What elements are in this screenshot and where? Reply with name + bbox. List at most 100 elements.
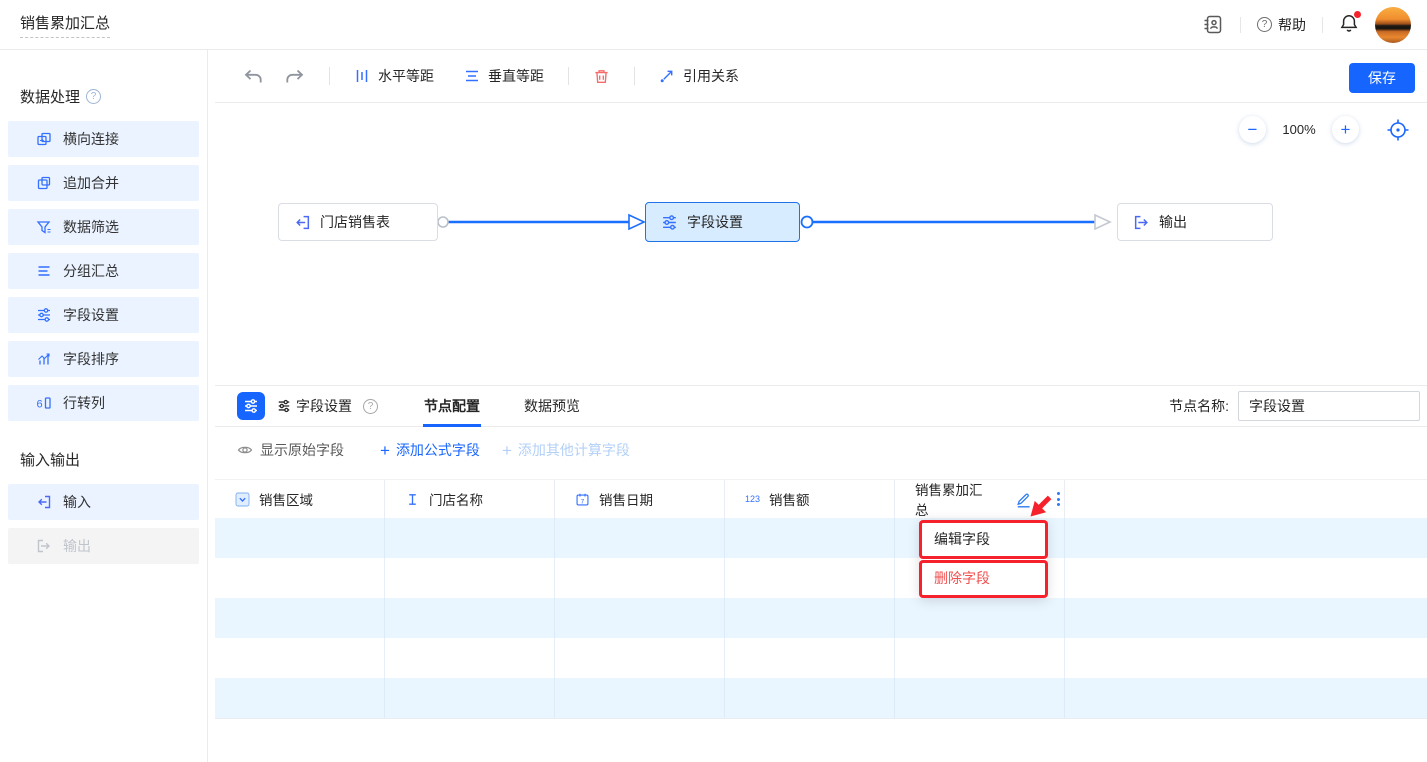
column-header-sales-cumulative: 销售累加汇总: [895, 480, 1065, 518]
output-icon: [36, 538, 52, 554]
main-area: 水平等距 垂直等距 引用关系 保存 −: [215, 50, 1427, 762]
sidebar-item-output[interactable]: 输出: [8, 528, 199, 564]
reference-arrow-icon: [659, 68, 675, 84]
eye-icon: [237, 442, 253, 458]
column-header-sales-region: 销售区域: [215, 480, 385, 518]
sort-chart-icon: [36, 351, 52, 367]
plus-icon: [502, 442, 512, 459]
sliders-icon: [661, 214, 678, 231]
question-circle-icon: [1257, 17, 1272, 32]
sidebar-item-horizontal-join[interactable]: 横向连接: [8, 121, 199, 157]
sliders-mini-icon: [277, 399, 291, 413]
trash-icon: [593, 68, 610, 85]
sidebar-section-data-processing: 数据处理: [20, 86, 207, 107]
field-controls-row: 显示原始字段 添加公式字段 添加其他计算字段: [215, 427, 1427, 473]
node-output[interactable]: 输出: [1117, 203, 1273, 241]
table-row: [215, 598, 1427, 638]
sidebar-item-field-sort[interactable]: 字段排序: [8, 341, 199, 377]
panel-title: 字段设置: [296, 396, 352, 416]
vertical-bars-icon: [354, 68, 370, 84]
sidebar-item-row-to-column[interactable]: 6 行转列: [8, 385, 199, 421]
vertical-distribute-button[interactable]: 垂直等距: [464, 66, 544, 86]
sidebar-section-io: 输入输出: [20, 449, 207, 470]
sidebar-item-data-filter[interactable]: 数据筛选: [8, 209, 199, 245]
config-panel: 字段设置 节点配置 数据预览 节点名称: 显示原始字段 添加公式字段: [215, 385, 1427, 762]
column-header-empty: [1065, 480, 1427, 518]
add-formula-field-button[interactable]: 添加公式字段: [380, 440, 480, 460]
text-field-icon: [405, 492, 420, 507]
node-field-setting[interactable]: 字段设置: [645, 202, 800, 242]
node-input-table[interactable]: 门店销售表: [278, 203, 438, 241]
flow-canvas[interactable]: − 100% + 门店销售表: [215, 103, 1427, 385]
input-icon: [36, 494, 52, 510]
divider: [568, 67, 569, 85]
delete-node-button[interactable]: [593, 68, 610, 85]
horizontal-bars-icon: [464, 68, 480, 84]
table-row: [215, 678, 1427, 718]
horizontal-distribute-button[interactable]: 水平等距: [354, 66, 434, 86]
preview-table: 销售区域 门店名称 7 销售日期 123: [215, 479, 1427, 719]
top-bar: 销售累加汇总 帮助: [0, 0, 1427, 50]
table-row: [215, 558, 1427, 598]
filter-icon: [36, 219, 52, 235]
help-button[interactable]: 帮助: [1257, 15, 1306, 35]
more-menu-icon[interactable]: [1053, 489, 1064, 509]
sidebar-item-field-setting[interactable]: 字段设置: [8, 297, 199, 333]
table-row: [215, 518, 1427, 558]
node-name-input[interactable]: [1238, 391, 1420, 421]
sidebar-item-group-summary[interactable]: 分组汇总: [8, 253, 199, 289]
date-field-icon: 7: [575, 492, 590, 507]
svg-text:6: 6: [37, 399, 43, 411]
notification-dot: [1354, 11, 1361, 18]
column-header-store-name: 门店名称: [385, 480, 555, 518]
pivot-icon: 6: [36, 395, 52, 411]
help-icon[interactable]: [86, 89, 101, 104]
join-icon: [36, 131, 52, 147]
divider: [1322, 17, 1323, 33]
field-context-menu: 编辑字段 删除字段: [920, 520, 1047, 598]
plus-icon: [380, 442, 390, 459]
list-icon: [36, 263, 52, 279]
node-name-label: 节点名称:: [1169, 396, 1229, 416]
svg-text:7: 7: [581, 498, 585, 505]
select-field-icon: [235, 492, 250, 507]
divider: [1240, 17, 1241, 33]
number-field-icon: 123: [745, 494, 760, 504]
help-icon[interactable]: [363, 399, 378, 414]
address-book-icon[interactable]: [1203, 14, 1224, 35]
sidebar-item-append-merge[interactable]: 追加合并: [8, 165, 199, 201]
sliders-icon: [36, 307, 52, 323]
redo-button[interactable]: [285, 68, 305, 85]
input-icon: [294, 214, 311, 231]
show-original-fields-toggle[interactable]: 显示原始字段: [237, 440, 344, 460]
tab-node-config[interactable]: 节点配置: [422, 386, 482, 427]
divider: [329, 67, 330, 85]
sidebar-item-input[interactable]: 输入: [8, 484, 199, 520]
user-avatar[interactable]: [1375, 7, 1411, 43]
sidebar: 数据处理 横向连接 追加合并 数据筛选 分组汇总 字段设置: [0, 50, 208, 762]
panel-tabs: 节点配置 数据预览: [422, 386, 582, 427]
table-row: [215, 638, 1427, 678]
undo-button[interactable]: [243, 68, 263, 85]
table-body: [215, 518, 1427, 719]
panel-header: 字段设置 节点配置 数据预览 节点名称:: [215, 386, 1427, 427]
column-header-sales-amount: 123 销售额: [725, 480, 895, 518]
canvas-toolbar: 水平等距 垂直等距 引用关系 保存: [215, 50, 1427, 103]
table-header-row: 销售区域 门店名称 7 销售日期 123: [215, 479, 1427, 518]
edit-field-icon[interactable]: [1015, 491, 1032, 508]
divider: [634, 67, 635, 85]
field-setting-badge-icon: [237, 392, 265, 420]
tab-data-preview[interactable]: 数据预览: [522, 386, 582, 427]
save-button[interactable]: 保存: [1349, 63, 1415, 93]
document-title[interactable]: 销售累加汇总: [20, 12, 110, 38]
notification-bell-icon[interactable]: [1339, 13, 1359, 37]
column-header-sales-date: 7 销售日期: [555, 480, 725, 518]
help-label: 帮助: [1278, 15, 1306, 35]
menu-item-edit-field[interactable]: 编辑字段: [920, 520, 1047, 559]
flow-edges: [215, 103, 1427, 385]
add-other-calc-field-button[interactable]: 添加其他计算字段: [502, 440, 630, 460]
reference-relation-button[interactable]: 引用关系: [659, 66, 739, 86]
merge-icon: [36, 175, 52, 191]
menu-item-delete-field[interactable]: 删除字段: [920, 559, 1047, 598]
output-icon: [1133, 214, 1150, 231]
